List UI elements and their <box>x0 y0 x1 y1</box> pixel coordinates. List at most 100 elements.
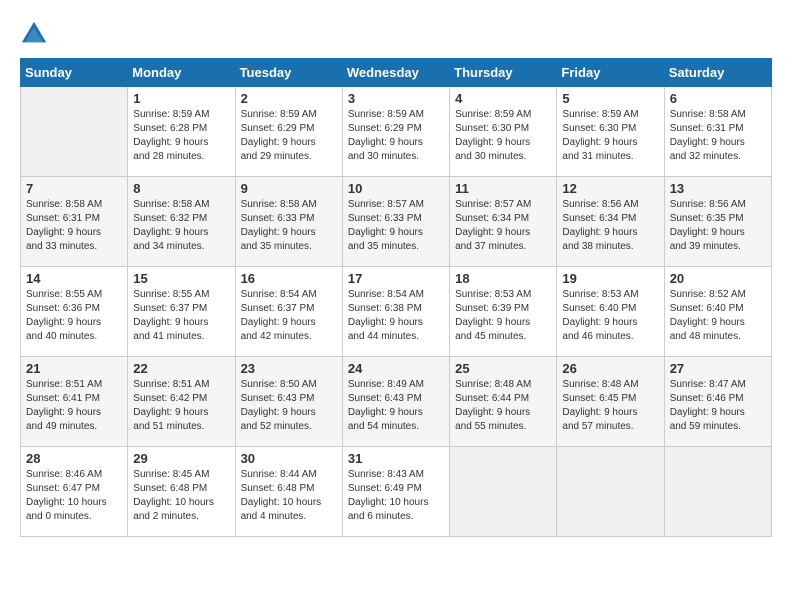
day-info: Sunrise: 8:54 AM Sunset: 6:37 PM Dayligh… <box>241 288 337 344</box>
day-number: 17 <box>348 271 444 286</box>
header-cell-tuesday: Tuesday <box>235 59 342 87</box>
calendar-cell: 5 Sunrise: 8:59 AM Sunset: 6:30 PM Daylig… <box>557 87 664 177</box>
calendar-cell: 2 Sunrise: 8:59 AM Sunset: 6:29 PM Daylig… <box>235 87 342 177</box>
day-info: Sunrise: 8:50 AM Sunset: 6:43 PM Dayligh… <box>241 378 337 434</box>
calendar-cell: 3 Sunrise: 8:59 AM Sunset: 6:29 PM Daylig… <box>342 87 449 177</box>
day-info: Sunrise: 8:55 AM Sunset: 6:36 PM Dayligh… <box>26 288 122 344</box>
day-number: 29 <box>133 451 229 466</box>
day-number: 13 <box>670 181 766 196</box>
day-number: 5 <box>562 91 658 106</box>
calendar-cell: 15 Sunrise: 8:55 AM Sunset: 6:37 PM Dayli… <box>128 267 235 357</box>
day-number: 26 <box>562 361 658 376</box>
calendar-cell: 18Sunrise: 8:53 AM Sunset: 6:39 PM Dayli… <box>450 267 557 357</box>
day-number: 7 <box>26 181 122 196</box>
calendar-cell: 19 Sunrise: 8:53 AM Sunset: 6:40 PM Dayli… <box>557 267 664 357</box>
logo-icon <box>20 20 48 48</box>
calendar-cell: 16Sunrise: 8:54 AM Sunset: 6:37 PM Dayli… <box>235 267 342 357</box>
calendar-cell: 28 Sunrise: 8:46 AM Sunset: 6:47 PM Dayli… <box>21 447 128 537</box>
day-info: Sunrise: 8:52 AM Sunset: 6:40 PM Dayligh… <box>670 288 766 344</box>
header-cell-monday: Monday <box>128 59 235 87</box>
calendar-cell: 13 Sunrise: 8:56 AM Sunset: 6:35 PM Dayli… <box>664 177 771 267</box>
logo <box>20 20 52 48</box>
day-number: 14 <box>26 271 122 286</box>
day-info: Sunrise: 8:44 AM Sunset: 6:48 PM Dayligh… <box>241 468 337 524</box>
calendar-cell: 14 Sunrise: 8:55 AM Sunset: 6:36 PM Dayli… <box>21 267 128 357</box>
calendar-cell: 10 Sunrise: 8:57 AM Sunset: 6:33 PM Dayli… <box>342 177 449 267</box>
day-info: Sunrise: 8:57 AM Sunset: 6:34 PM Dayligh… <box>455 198 551 254</box>
calendar-cell: 22 Sunrise: 8:51 AM Sunset: 6:42 PM Dayli… <box>128 357 235 447</box>
calendar-cell: 23 Sunrise: 8:50 AM Sunset: 6:43 PM Dayli… <box>235 357 342 447</box>
header-cell-friday: Friday <box>557 59 664 87</box>
calendar-cell: 31Sunrise: 8:43 AM Sunset: 6:49 PM Dayli… <box>342 447 449 537</box>
day-info: Sunrise: 8:53 AM Sunset: 6:39 PM Dayligh… <box>455 288 551 344</box>
calendar-cell: 30 Sunrise: 8:44 AM Sunset: 6:48 PM Dayli… <box>235 447 342 537</box>
day-number: 23 <box>241 361 337 376</box>
header-row: SundayMondayTuesdayWednesdayThursdayFrid… <box>21 59 772 87</box>
day-info: Sunrise: 8:58 AM Sunset: 6:31 PM Dayligh… <box>26 198 122 254</box>
calendar-cell <box>664 447 771 537</box>
calendar-week-2: 7 Sunrise: 8:58 AM Sunset: 6:31 PM Daylig… <box>21 177 772 267</box>
day-number: 8 <box>133 181 229 196</box>
day-number: 2 <box>241 91 337 106</box>
day-number: 9 <box>241 181 337 196</box>
calendar-week-5: 28 Sunrise: 8:46 AM Sunset: 6:47 PM Dayli… <box>21 447 772 537</box>
header-cell-thursday: Thursday <box>450 59 557 87</box>
calendar-cell: 24Sunrise: 8:49 AM Sunset: 6:43 PM Dayli… <box>342 357 449 447</box>
day-number: 10 <box>348 181 444 196</box>
calendar-cell: 21Sunrise: 8:51 AM Sunset: 6:41 PM Dayli… <box>21 357 128 447</box>
day-number: 28 <box>26 451 122 466</box>
day-number: 22 <box>133 361 229 376</box>
day-info: Sunrise: 8:59 AM Sunset: 6:30 PM Dayligh… <box>455 108 551 164</box>
day-info: Sunrise: 8:59 AM Sunset: 6:29 PM Dayligh… <box>348 108 444 164</box>
calendar-week-4: 21Sunrise: 8:51 AM Sunset: 6:41 PM Dayli… <box>21 357 772 447</box>
calendar-cell: 7 Sunrise: 8:58 AM Sunset: 6:31 PM Daylig… <box>21 177 128 267</box>
day-number: 6 <box>670 91 766 106</box>
day-info: Sunrise: 8:59 AM Sunset: 6:28 PM Dayligh… <box>133 108 229 164</box>
header-cell-sunday: Sunday <box>21 59 128 87</box>
day-number: 19 <box>562 271 658 286</box>
day-info: Sunrise: 8:58 AM Sunset: 6:33 PM Dayligh… <box>241 198 337 254</box>
calendar-cell <box>21 87 128 177</box>
day-info: Sunrise: 8:58 AM Sunset: 6:31 PM Dayligh… <box>670 108 766 164</box>
calendar-cell: 26Sunrise: 8:48 AM Sunset: 6:45 PM Dayli… <box>557 357 664 447</box>
day-number: 20 <box>670 271 766 286</box>
calendar-cell: 11 Sunrise: 8:57 AM Sunset: 6:34 PM Dayli… <box>450 177 557 267</box>
day-number: 1 <box>133 91 229 106</box>
day-info: Sunrise: 8:54 AM Sunset: 6:38 PM Dayligh… <box>348 288 444 344</box>
day-number: 24 <box>348 361 444 376</box>
day-number: 12 <box>562 181 658 196</box>
day-number: 4 <box>455 91 551 106</box>
day-info: Sunrise: 8:56 AM Sunset: 6:35 PM Dayligh… <box>670 198 766 254</box>
header-cell-saturday: Saturday <box>664 59 771 87</box>
day-number: 30 <box>241 451 337 466</box>
day-info: Sunrise: 8:59 AM Sunset: 6:29 PM Dayligh… <box>241 108 337 164</box>
day-info: Sunrise: 8:58 AM Sunset: 6:32 PM Dayligh… <box>133 198 229 254</box>
calendar-cell: 9 Sunrise: 8:58 AM Sunset: 6:33 PM Daylig… <box>235 177 342 267</box>
day-info: Sunrise: 8:55 AM Sunset: 6:37 PM Dayligh… <box>133 288 229 344</box>
day-info: Sunrise: 8:59 AM Sunset: 6:30 PM Dayligh… <box>562 108 658 164</box>
day-info: Sunrise: 8:51 AM Sunset: 6:41 PM Dayligh… <box>26 378 122 434</box>
day-info: Sunrise: 8:43 AM Sunset: 6:49 PM Dayligh… <box>348 468 444 524</box>
day-number: 25 <box>455 361 551 376</box>
calendar-cell: 25Sunrise: 8:48 AM Sunset: 6:44 PM Dayli… <box>450 357 557 447</box>
calendar-body: 1 Sunrise: 8:59 AM Sunset: 6:28 PM Daylig… <box>21 87 772 537</box>
calendar-week-1: 1 Sunrise: 8:59 AM Sunset: 6:28 PM Daylig… <box>21 87 772 177</box>
day-number: 27 <box>670 361 766 376</box>
day-number: 15 <box>133 271 229 286</box>
calendar-cell <box>557 447 664 537</box>
day-number: 3 <box>348 91 444 106</box>
calendar-cell: 4 Sunrise: 8:59 AM Sunset: 6:30 PM Daylig… <box>450 87 557 177</box>
calendar-header: SundayMondayTuesdayWednesdayThursdayFrid… <box>21 59 772 87</box>
calendar-cell: 29 Sunrise: 8:45 AM Sunset: 6:48 PM Dayli… <box>128 447 235 537</box>
calendar-cell: 12Sunrise: 8:56 AM Sunset: 6:34 PM Dayli… <box>557 177 664 267</box>
header-cell-wednesday: Wednesday <box>342 59 449 87</box>
day-info: Sunrise: 8:45 AM Sunset: 6:48 PM Dayligh… <box>133 468 229 524</box>
calendar-table: SundayMondayTuesdayWednesdayThursdayFrid… <box>20 58 772 537</box>
day-info: Sunrise: 8:53 AM Sunset: 6:40 PM Dayligh… <box>562 288 658 344</box>
day-info: Sunrise: 8:57 AM Sunset: 6:33 PM Dayligh… <box>348 198 444 254</box>
day-number: 11 <box>455 181 551 196</box>
day-info: Sunrise: 8:46 AM Sunset: 6:47 PM Dayligh… <box>26 468 122 524</box>
calendar-cell: 20 Sunrise: 8:52 AM Sunset: 6:40 PM Dayli… <box>664 267 771 357</box>
day-info: Sunrise: 8:51 AM Sunset: 6:42 PM Dayligh… <box>133 378 229 434</box>
calendar-cell: 6 Sunrise: 8:58 AM Sunset: 6:31 PM Daylig… <box>664 87 771 177</box>
